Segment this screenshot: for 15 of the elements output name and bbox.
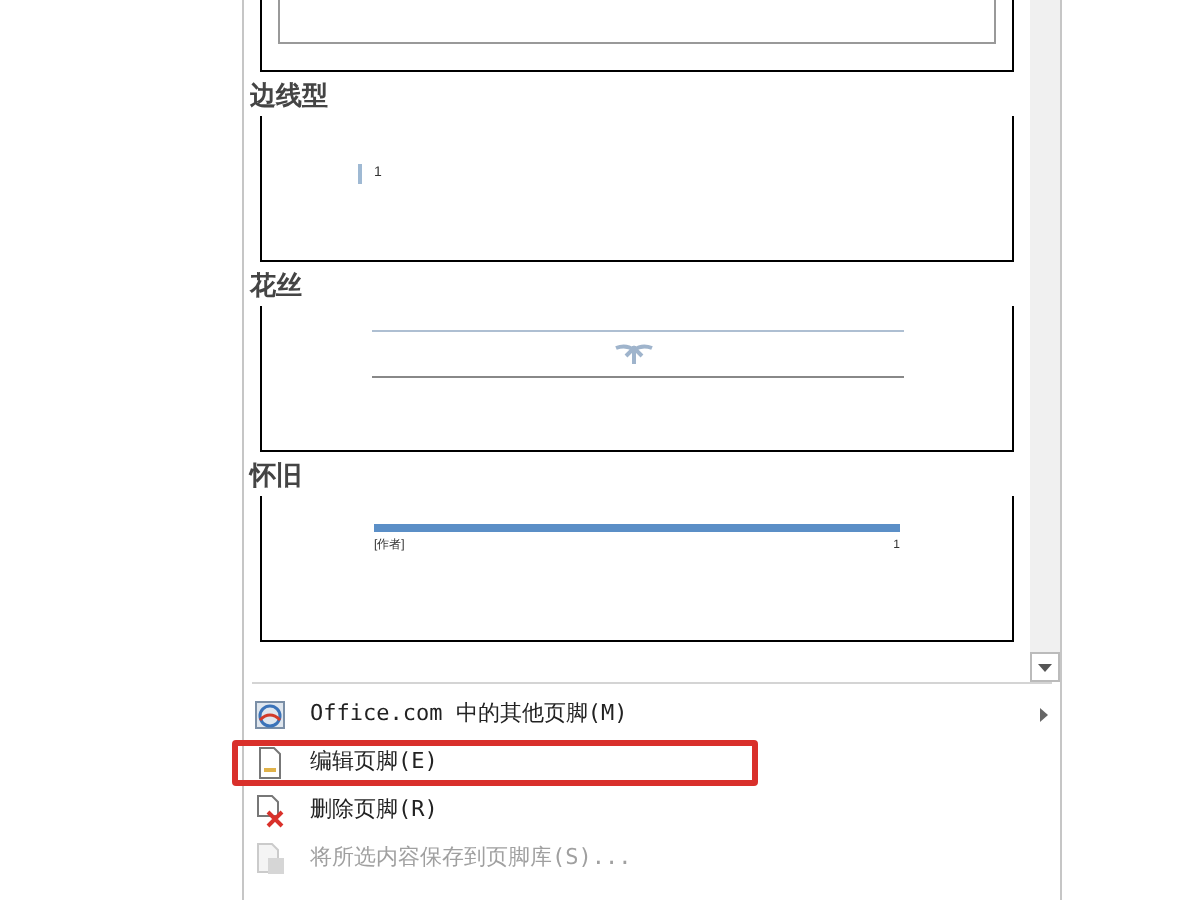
menu-item[interactable]: Office.com 中的其他页脚(M) <box>244 690 1060 738</box>
page-icon <box>254 745 286 779</box>
menu-item[interactable]: 删除页脚(R) <box>244 786 1060 834</box>
section-heading: 边线型 <box>248 78 328 114</box>
scroll-down-button[interactable] <box>1030 652 1060 682</box>
delete-page-icon <box>254 793 286 827</box>
save-page-icon <box>254 841 286 875</box>
down-arrow-icon <box>1038 663 1052 671</box>
footer-preview[interactable] <box>260 0 1014 72</box>
section-heading: 花丝 <box>247 268 302 304</box>
scrollbar[interactable] <box>1030 0 1060 682</box>
section-heading: 怀旧 <box>246 458 302 494</box>
globe-icon <box>254 697 286 731</box>
menu-item: 将所选内容保存到页脚库(S)... <box>244 834 1060 882</box>
menu-item[interactable]: 编辑页脚(E) <box>244 738 1060 786</box>
